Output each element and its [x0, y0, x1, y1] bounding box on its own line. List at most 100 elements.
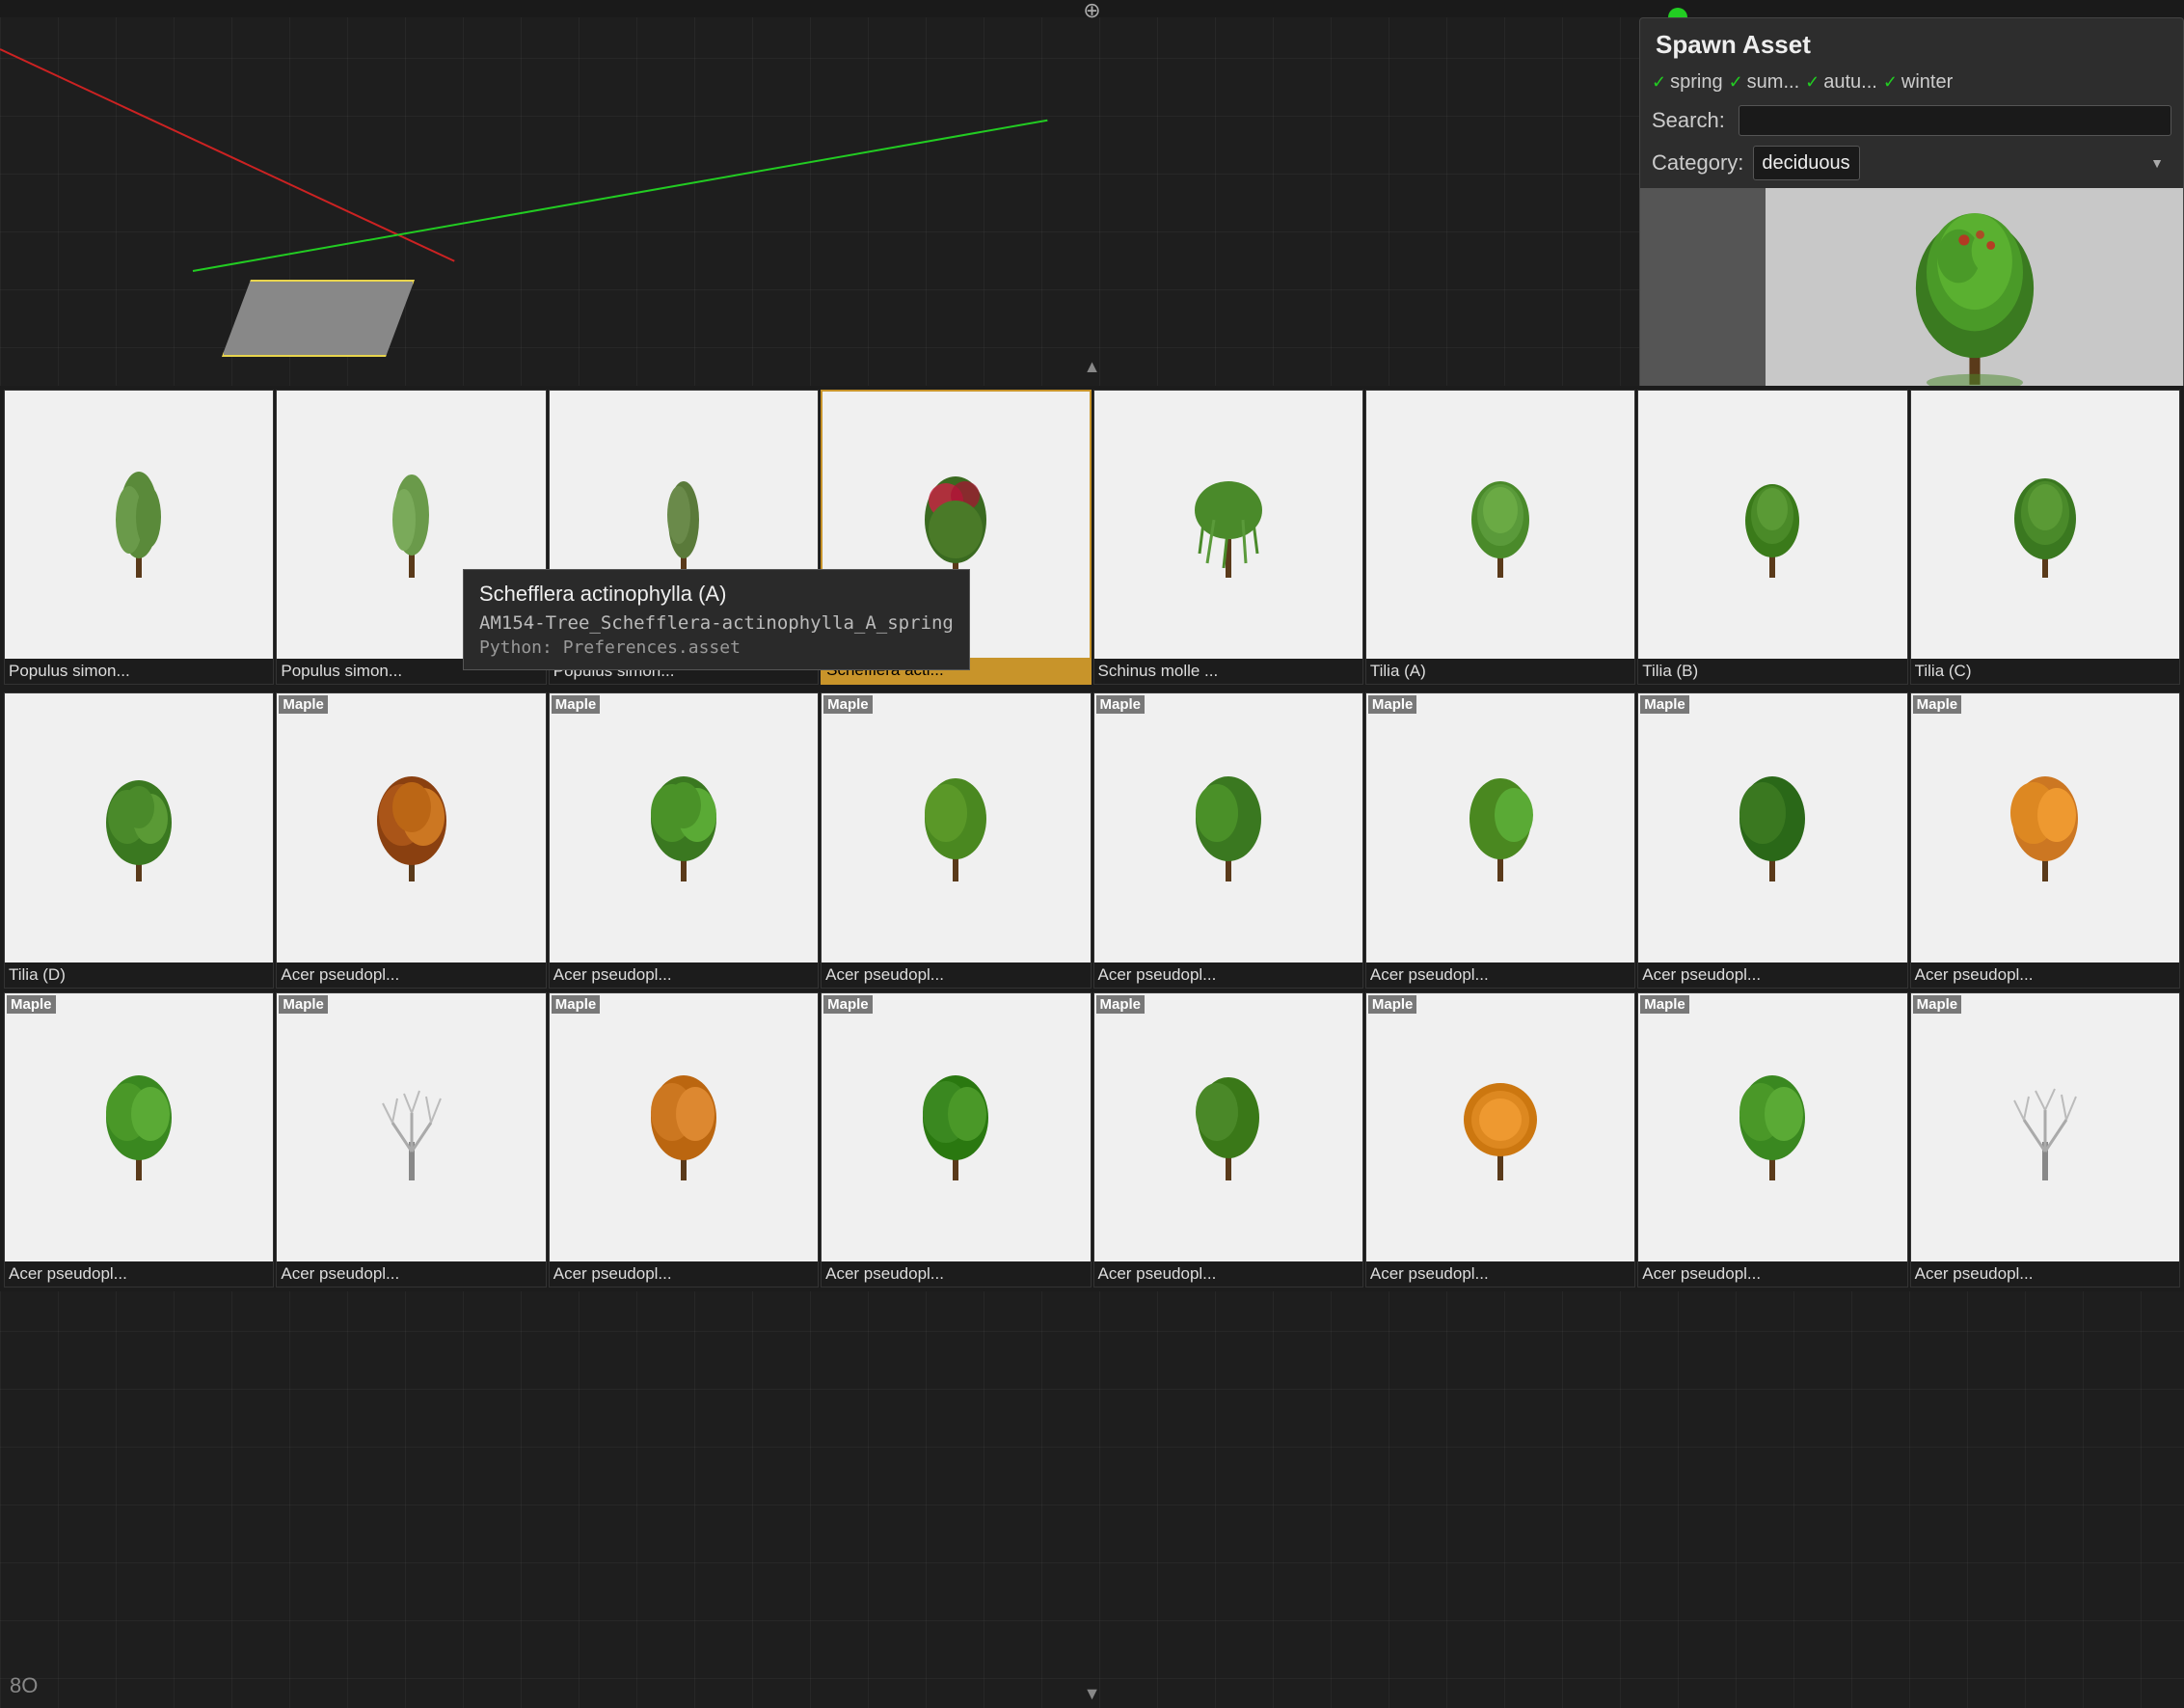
maple-badge: Maple [1913, 995, 1962, 1014]
filter-autumn[interactable]: ✓ autu... [1805, 71, 1877, 94]
search-input[interactable] [1739, 105, 2171, 136]
asset-label: Acer pseudopl... [1366, 962, 1634, 988]
selected-object [222, 280, 415, 357]
asset-item-acer-r3-6[interactable]: Maple Acer pseudopl... [1365, 992, 1635, 1288]
asset-label: Acer pseudopl... [550, 962, 818, 988]
asset-item-acer-r3-4[interactable]: Maple Acer pseudopl... [821, 992, 1091, 1288]
asset-item-acer-r3-2[interactable]: Maple Acer pseudopl... [276, 992, 546, 1288]
asset-item-schinus[interactable]: Schinus molle ... [1093, 390, 1363, 685]
asset-item-img: Maple [822, 993, 1090, 1261]
maple-badge: Maple [1913, 695, 1962, 714]
preview-left-placeholder [1640, 188, 1766, 410]
asset-grid-row3: Maple Acer pseudopl... Maple [0, 992, 2184, 1291]
maple-badge: Maple [279, 695, 328, 714]
asset-item-img [1638, 391, 1906, 659]
asset-item-tilia-a[interactable]: Tilia (A) [1365, 390, 1635, 685]
asset-item-img: Maple [277, 693, 545, 962]
asset-item-img [1094, 391, 1362, 659]
asset-item-img: Maple [5, 993, 273, 1261]
maple-badge: Maple [823, 995, 873, 1014]
chevron-down-icon: ▼ [2150, 155, 2164, 171]
maple-badge: Maple [552, 995, 601, 1014]
tooltip-python: Python: Preferences.asset [479, 637, 954, 658]
asset-label: Tilia (B) [1638, 659, 1906, 684]
asset-item-img: Maple [1366, 693, 1634, 962]
asset-item-img: Maple [1638, 993, 1906, 1261]
asset-item-img: Maple [1911, 693, 2179, 962]
category-label: Category: [1652, 150, 1743, 176]
check-autumn-icon: ✓ [1805, 72, 1820, 93]
asset-item-acer-r3-8[interactable]: Maple Acer pseudopl... [1910, 992, 2180, 1288]
asset-label: Acer pseudopl... [1911, 962, 2179, 988]
maple-badge: Maple [1368, 695, 1417, 714]
asset-item-acer-1[interactable]: Maple Acer pseudopl... [276, 692, 546, 988]
search-row: Search: [1640, 101, 2183, 142]
maple-badge: Maple [823, 695, 873, 714]
asset-item-img: Maple [550, 993, 818, 1261]
asset-label: Acer pseudopl... [5, 1261, 273, 1287]
asset-item-acer-r3-5[interactable]: Maple Acer pseudopl... [1093, 992, 1363, 1288]
asset-label: Acer pseudopl... [1638, 962, 1906, 988]
maple-badge: Maple [1096, 995, 1146, 1014]
filter-winter[interactable]: ✓ winter [1883, 71, 1953, 94]
asset-label: Acer pseudopl... [277, 962, 545, 988]
asset-item-img [1911, 391, 2179, 659]
asset-label: Populus simon... [5, 659, 273, 684]
season-filters: ✓ spring ✓ sum... ✓ autu... ✓ winter [1640, 68, 2183, 101]
filter-winter-label: winter [1901, 71, 1953, 94]
asset-item-acer-r3-3[interactable]: Maple Acer pseudopl... [549, 992, 819, 1288]
asset-item-acer-4[interactable]: Maple Acer pseudopl... [1093, 692, 1363, 988]
asset-grid-container: Populus simon... Populus simon... [0, 386, 2184, 1291]
asset-item-acer-2[interactable]: Maple Acer pseudopl... [549, 692, 819, 988]
asset-item-img: Maple [1911, 993, 2179, 1261]
asset-label: Acer pseudopl... [822, 962, 1090, 988]
asset-item-populus-1[interactable]: Populus simon... [4, 390, 274, 685]
asset-label: Schinus molle ... [1094, 659, 1362, 684]
maple-badge: Maple [1640, 995, 1689, 1014]
asset-item-acer-6[interactable]: Maple Acer pseudopl... [1637, 692, 1907, 988]
spawn-panel-title: Spawn Asset [1640, 18, 2183, 68]
asset-item-tilia-d[interactable]: Tilia (D) [4, 692, 274, 988]
maple-badge: Maple [552, 695, 601, 714]
asset-label: Acer pseudopl... [277, 1261, 545, 1287]
asset-item-tilia-c[interactable]: Tilia (C) [1910, 390, 2180, 685]
maple-badge: Maple [279, 995, 328, 1014]
asset-label: Tilia (A) [1366, 659, 1634, 684]
asset-item-acer-r3-7[interactable]: Maple Acer pseudopl... [1637, 992, 1907, 1288]
maple-badge: Maple [1640, 695, 1689, 714]
asset-item-img: Maple [1094, 693, 1362, 962]
asset-label: Acer pseudopl... [1911, 1261, 2179, 1287]
asset-label: Acer pseudopl... [1094, 1261, 1362, 1287]
asset-label: Acer pseudopl... [1094, 962, 1362, 988]
preview-main [1766, 188, 2183, 410]
asset-label: Acer pseudopl... [550, 1261, 818, 1287]
category-select[interactable]: deciduous coniferous shrubs palms [1753, 146, 1860, 180]
asset-label: Tilia (C) [1911, 659, 2179, 684]
check-summer-icon: ✓ [1729, 72, 1743, 93]
asset-tooltip: Schefflera actinophylla (A) AM154-Tree_S… [463, 569, 970, 670]
asset-item-img: Maple [550, 693, 818, 962]
filter-summer-label: sum... [1747, 71, 1799, 94]
asset-item-img: Maple [1094, 993, 1362, 1261]
tree-preview-image [1898, 203, 2052, 395]
asset-item-img: Maple [277, 993, 545, 1261]
tooltip-asset-id: AM154-Tree_Schefflera-actinophylla_A_spr… [479, 612, 954, 634]
filter-summer[interactable]: ✓ sum... [1729, 71, 1800, 94]
asset-item-acer-7[interactable]: Maple Acer pseudopl... [1910, 692, 2180, 988]
asset-item-img: Maple [822, 693, 1090, 962]
tooltip-title: Schefflera actinophylla (A) [479, 582, 954, 607]
asset-item-acer-r3-1[interactable]: Maple Acer pseudopl... [4, 992, 274, 1288]
scroll-down-arrow[interactable]: ▼ [1084, 1684, 1101, 1704]
asset-label: Acer pseudopl... [1366, 1261, 1634, 1287]
asset-item-acer-3[interactable]: Maple Acer pseudopl... [821, 692, 1091, 988]
asset-grid-row2: Tilia (D) Maple Acer pseudopl... Maple [0, 689, 2184, 991]
filter-spring[interactable]: ✓ spring [1652, 71, 1723, 94]
asset-item-tilia-b[interactable]: Tilia (B) [1637, 390, 1907, 685]
asset-label: Acer pseudopl... [822, 1261, 1090, 1287]
asset-item-img [5, 693, 273, 962]
search-label: Search: [1652, 108, 1729, 133]
category-row: Category: deciduous coniferous shrubs pa… [1640, 142, 2183, 188]
scroll-up-arrow[interactable]: ▲ [1084, 357, 1101, 377]
asset-label: Tilia (D) [5, 962, 273, 988]
asset-item-acer-5[interactable]: Maple Acer pseudopl... [1365, 692, 1635, 988]
